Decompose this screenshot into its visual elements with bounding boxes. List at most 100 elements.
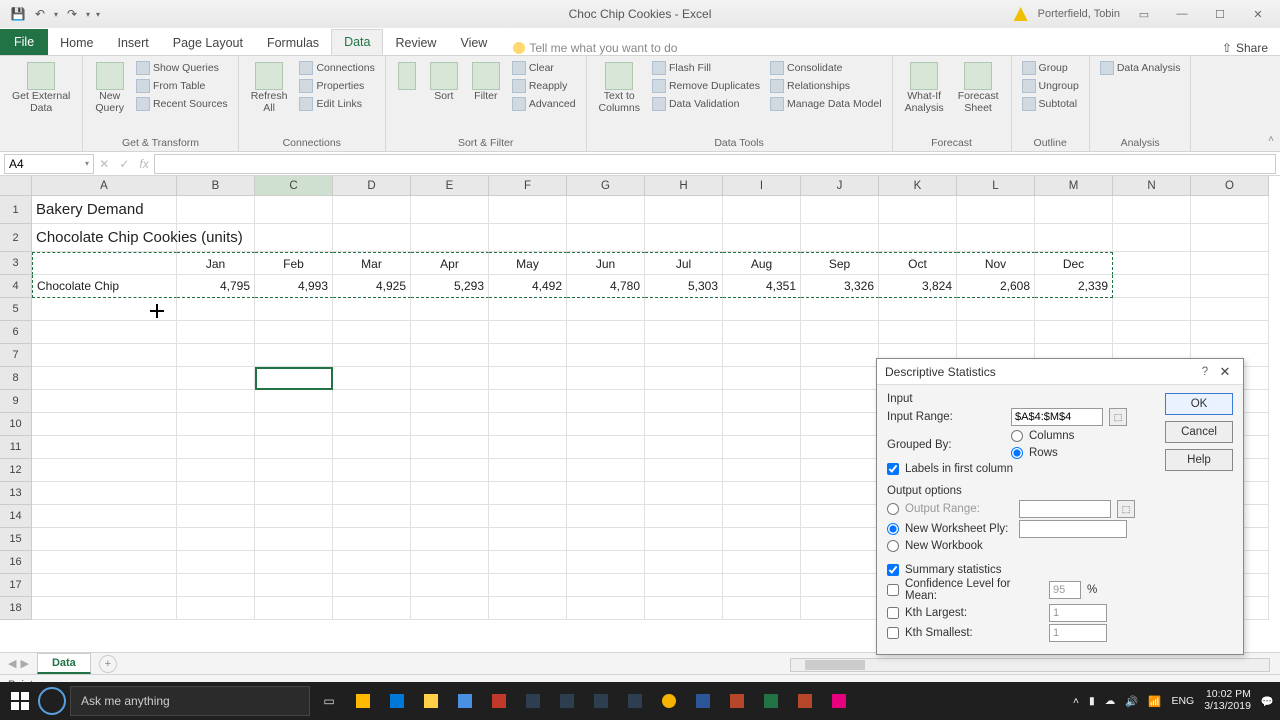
share-button[interactable]: ⇧Share xyxy=(1222,41,1280,55)
column-header[interactable]: I xyxy=(723,176,801,196)
cell[interactable] xyxy=(32,482,177,505)
cell[interactable] xyxy=(255,574,333,597)
tray-wifi-icon[interactable]: 📶 xyxy=(1148,695,1161,708)
cell[interactable] xyxy=(567,574,645,597)
advanced-filter-button[interactable]: Advanced xyxy=(510,96,578,112)
cell[interactable] xyxy=(411,505,489,528)
taskbar-app[interactable] xyxy=(348,686,378,716)
cell[interactable] xyxy=(879,224,957,252)
relationships-button[interactable]: Relationships xyxy=(768,78,884,94)
cell[interactable] xyxy=(489,390,567,413)
confidence-checkbox[interactable] xyxy=(887,584,899,596)
cell[interactable] xyxy=(411,574,489,597)
cell[interactable] xyxy=(645,196,723,224)
cell[interactable] xyxy=(177,597,255,620)
cell[interactable] xyxy=(411,528,489,551)
taskbar-app[interactable] xyxy=(382,686,412,716)
cell[interactable] xyxy=(177,482,255,505)
cell[interactable] xyxy=(255,413,333,436)
taskbar-app[interactable] xyxy=(620,686,650,716)
cell[interactable]: 4,795 xyxy=(177,275,255,298)
cell[interactable] xyxy=(177,505,255,528)
cell[interactable] xyxy=(723,224,801,252)
cell[interactable] xyxy=(333,597,411,620)
cell[interactable] xyxy=(645,551,723,574)
cell[interactable] xyxy=(177,224,255,252)
get-external-data-button[interactable]: Get External Data xyxy=(8,60,74,116)
cell[interactable] xyxy=(567,459,645,482)
cell[interactable]: Mar xyxy=(333,252,411,275)
cell[interactable] xyxy=(489,413,567,436)
cell[interactable]: Apr xyxy=(411,252,489,275)
taskbar-app[interactable] xyxy=(450,686,480,716)
cell[interactable] xyxy=(177,413,255,436)
cell[interactable] xyxy=(177,574,255,597)
cell[interactable] xyxy=(255,367,333,390)
cell[interactable] xyxy=(567,344,645,367)
cell[interactable] xyxy=(567,196,645,224)
cell[interactable] xyxy=(723,482,801,505)
cell[interactable] xyxy=(489,344,567,367)
cell[interactable] xyxy=(801,528,879,551)
confidence-field[interactable] xyxy=(1049,581,1081,599)
column-header[interactable]: B xyxy=(177,176,255,196)
dialog-close-icon[interactable]: ✕ xyxy=(1215,364,1235,380)
tray-chevron-icon[interactable]: ˄ xyxy=(1073,695,1079,707)
cancel-formula-icon[interactable]: ✕ xyxy=(99,157,109,171)
cell[interactable] xyxy=(723,597,801,620)
cell[interactable] xyxy=(1191,298,1269,321)
row-header[interactable]: 7 xyxy=(0,344,32,367)
cell[interactable]: 5,303 xyxy=(645,275,723,298)
cell[interactable] xyxy=(411,298,489,321)
remove-duplicates-button[interactable]: Remove Duplicates xyxy=(650,78,762,94)
row-header[interactable]: 5 xyxy=(0,298,32,321)
cell[interactable] xyxy=(255,298,333,321)
column-header[interactable]: M xyxy=(1035,176,1113,196)
row-header[interactable]: 14 xyxy=(0,505,32,528)
cell[interactable] xyxy=(255,436,333,459)
row-header[interactable]: 2 xyxy=(0,224,32,252)
consolidate-button[interactable]: Consolidate xyxy=(768,60,884,76)
qat-customize-icon[interactable]: ▾ xyxy=(96,10,100,19)
taskbar-app[interactable] xyxy=(824,686,854,716)
cell[interactable] xyxy=(333,551,411,574)
clear-filter-button[interactable]: Clear xyxy=(510,60,578,76)
cell[interactable] xyxy=(723,574,801,597)
minimize-icon[interactable]: — xyxy=(1168,4,1196,24)
cell[interactable] xyxy=(723,321,801,344)
cell[interactable] xyxy=(489,528,567,551)
row-header[interactable]: 8 xyxy=(0,367,32,390)
cell[interactable] xyxy=(567,528,645,551)
undo-icon[interactable]: ↶ xyxy=(32,6,48,22)
cell[interactable]: 4,780 xyxy=(567,275,645,298)
new-query-button[interactable]: New Query xyxy=(91,60,128,116)
cell[interactable] xyxy=(333,528,411,551)
cell[interactable] xyxy=(489,436,567,459)
cell[interactable]: Nov xyxy=(957,252,1035,275)
cell[interactable] xyxy=(957,298,1035,321)
grouped-rows-radio[interactable] xyxy=(1011,447,1023,459)
sort-button[interactable]: Sort xyxy=(426,60,462,105)
row-header[interactable]: 4 xyxy=(0,275,32,298)
column-header[interactable]: F xyxy=(489,176,567,196)
labels-first-column-checkbox[interactable] xyxy=(887,463,899,475)
from-table-button[interactable]: From Table xyxy=(134,78,230,94)
cell[interactable] xyxy=(957,321,1035,344)
cell[interactable] xyxy=(32,367,177,390)
taskbar-app[interactable] xyxy=(722,686,752,716)
cell[interactable] xyxy=(801,574,879,597)
cell[interactable] xyxy=(32,528,177,551)
column-header[interactable]: L xyxy=(957,176,1035,196)
input-range-selector-icon[interactable]: ⬚ xyxy=(1109,408,1127,426)
name-box-dropdown-icon[interactable]: ▾ xyxy=(85,159,89,168)
cell[interactable]: 3,824 xyxy=(879,275,957,298)
cell[interactable] xyxy=(567,597,645,620)
cell[interactable] xyxy=(645,224,723,252)
column-header[interactable]: A xyxy=(32,176,177,196)
cell[interactable] xyxy=(567,505,645,528)
data-analysis-button[interactable]: Data Analysis xyxy=(1098,60,1183,76)
tray-battery-icon[interactable]: ▮ xyxy=(1089,695,1095,707)
cell[interactable] xyxy=(1191,321,1269,344)
cell[interactable] xyxy=(801,597,879,620)
cell[interactable] xyxy=(1113,298,1191,321)
